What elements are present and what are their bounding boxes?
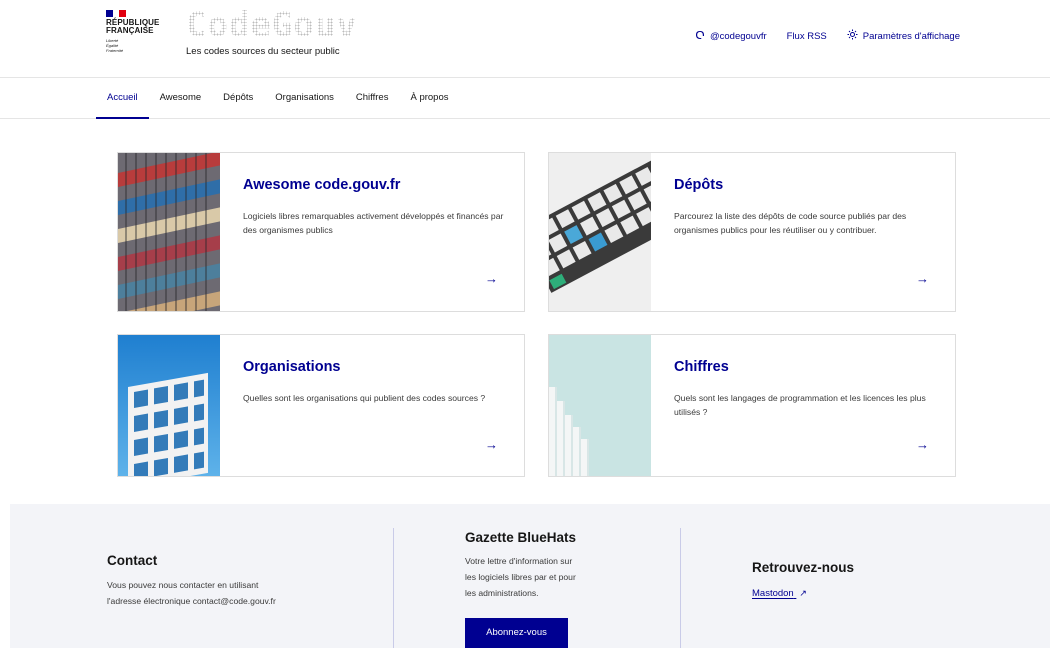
card-description: Parcourez la liste des dépôts de code so…: [674, 211, 907, 235]
header-tools: @codegouvfr Flux RSS Paramètres d'affich…: [695, 29, 960, 43]
arrow-right-icon[interactable]: →: [916, 271, 929, 286]
mastodon-link[interactable]: Mastodon ↗: [752, 588, 807, 599]
card-image-building: [118, 335, 220, 476]
card-title[interactable]: Dépôts: [674, 177, 723, 193]
main-navigation: Accueil Awesome Dépôts Organisations Chi…: [0, 78, 1050, 119]
subscribe-button[interactable]: Abonnez-vous: [465, 618, 568, 648]
nav-item-depots[interactable]: Dépôts: [212, 78, 264, 119]
gazette-text-3: les administrations.: [465, 588, 539, 598]
arrow-right-icon[interactable]: →: [916, 437, 929, 452]
mastodon-icon: [695, 30, 705, 43]
card-chiffres[interactable]: Chiffres Quels sont les langages de prog…: [548, 334, 956, 477]
card-description: Quelles sont les organisations qui publi…: [243, 393, 486, 403]
display-settings-button[interactable]: Paramètres d'affichage: [847, 29, 960, 43]
card-title[interactable]: Organisations: [243, 359, 341, 375]
find-us-title: Retrouvez-nous: [752, 560, 855, 575]
card-title[interactable]: Awesome code.gouv.fr: [243, 177, 400, 193]
card-description: Logiciels libres remarquables activement…: [243, 211, 504, 235]
contact-title: Contact: [107, 553, 158, 568]
site-header: RÉPUBLIQUE FRANÇAISE Liberté Égalité Fra…: [0, 0, 1050, 78]
republique-francaise-logo[interactable]: RÉPUBLIQUE FRANÇAISE Liberté Égalité Fra…: [106, 10, 176, 53]
card-image-keyboard: [549, 153, 651, 311]
card-awesome[interactable]: Awesome code.gouv.fr Logiciels libres re…: [117, 152, 525, 312]
nav-item-chiffres[interactable]: Chiffres: [345, 78, 400, 119]
gazette-text-2: les logiciels libres par et pour: [465, 572, 576, 582]
arrow-right-icon[interactable]: →: [485, 437, 498, 452]
contact-text-2: l'adresse électronique contact@code.gouv…: [107, 596, 276, 606]
codegouv-logo[interactable]: CodeGouv: [186, 6, 358, 44]
footer-panel: Contact Vous pouvez nous contacter en ut…: [10, 504, 1050, 648]
rf-line-2: FRANÇAISE: [106, 26, 154, 35]
footer-divider: [680, 528, 681, 648]
contact-text-1: Vous pouvez nous contacter en utilisant: [107, 580, 259, 590]
nav-item-a-propos[interactable]: À propos: [399, 78, 459, 119]
mastodon-link[interactable]: @codegouvfr: [695, 30, 767, 43]
flag-icon: [106, 10, 127, 17]
rss-link[interactable]: Flux RSS: [787, 31, 827, 42]
nav-item-accueil[interactable]: Accueil: [96, 78, 149, 119]
card-organisations[interactable]: Organisations Quelles sont les organisat…: [117, 334, 525, 477]
nav-item-awesome[interactable]: Awesome: [149, 78, 213, 119]
card-image-books: [118, 153, 220, 311]
gazette-title: Gazette BlueHats: [465, 530, 577, 545]
card-title[interactable]: Chiffres: [674, 359, 729, 375]
external-link-icon: ↗: [799, 588, 807, 598]
card-description: Quels sont les langages de programmation…: [674, 393, 926, 417]
arrow-right-icon[interactable]: →: [485, 271, 498, 286]
gazette-text-1: Votre lettre d'information sur: [465, 556, 573, 566]
sun-icon: [847, 29, 858, 43]
site-tagline: Les codes sources du secteur public: [186, 46, 340, 57]
card-image-stairs: [549, 335, 651, 476]
footer-divider: [393, 528, 394, 648]
nav-item-organisations[interactable]: Organisations: [264, 78, 345, 119]
motto: Liberté Égalité Fraternité: [106, 38, 124, 53]
card-depots[interactable]: Dépôts Parcourez la liste des dépôts de …: [548, 152, 956, 312]
